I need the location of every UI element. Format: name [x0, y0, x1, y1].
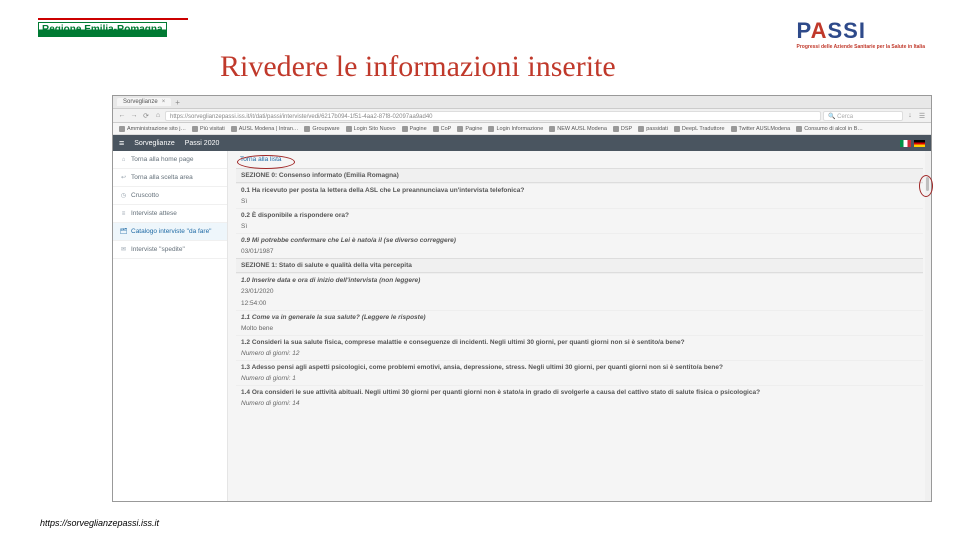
bookmark-item[interactable]: Pagine	[402, 126, 427, 132]
answer-1-0-date: 23/01/2020	[236, 286, 923, 298]
back-icon[interactable]: ←	[117, 111, 127, 121]
sidebar-label: Cruscotto	[131, 192, 159, 199]
question-1-0: 1.0 Inserire data e ora di inizio dell'i…	[236, 273, 923, 286]
answer-1-4: Numero di giorni: 14	[236, 398, 923, 410]
bookmark-item[interactable]: DeepL Traduttore	[674, 126, 725, 132]
download-icon[interactable]: ↓	[905, 111, 915, 121]
question-0-1: 0.1 Ha ricevuto per posta la lettera del…	[236, 183, 923, 196]
close-tab-icon[interactable]: ×	[162, 99, 166, 105]
question-1-1: 1.1 Come va in generale la sua salute? (…	[236, 310, 923, 323]
sidebar-item-2[interactable]: ◷ Cruscotto	[113, 187, 227, 205]
answer-0-9: 03/01/1987	[236, 246, 923, 258]
sidebar-item-5[interactable]: ✉ Interviste "spedite"	[113, 241, 227, 259]
question-0-2: 0.2 È disponibile a rispondere ora?	[236, 208, 923, 221]
bookmark-item[interactable]: Amministrazione sito j…	[119, 126, 186, 132]
sidebar-icon: ◷	[120, 192, 127, 199]
flag-de-icon[interactable]	[914, 140, 925, 147]
sidebar-label: Interviste attese	[131, 210, 177, 217]
back-to-list-link[interactable]: Torna alla lista	[236, 154, 286, 165]
sidebar-label: Catalogo interviste "da fare"	[131, 228, 212, 235]
app-survey[interactable]: Passi 2020	[185, 140, 220, 147]
answer-1-0-time: 12:54:00	[236, 298, 923, 310]
flag-it-icon[interactable]	[900, 140, 911, 147]
new-tab-button[interactable]: +	[175, 98, 180, 107]
bookmark-item[interactable]: Groupware	[304, 126, 339, 132]
answer-0-2: Sì	[236, 221, 923, 233]
sidebar-icon: ↩	[120, 174, 127, 181]
bookmark-item[interactable]: Consumo di alcol in B…	[796, 126, 863, 132]
scrollbar[interactable]	[925, 151, 931, 501]
slide-title: Rivedere le informazioni inserite	[220, 50, 616, 84]
answer-1-2: Numero di giorni: 12	[236, 348, 923, 360]
section-1-header: SEZIONE 1: Stato di salute e qualità del…	[236, 258, 923, 273]
search-field[interactable]: 🔍 Cerca	[823, 111, 903, 121]
url-bar: ← → ⟳ ⌂ https://sorveglianzepassi.iss.it…	[113, 109, 931, 123]
section-0-header: SEZIONE 0: Consenso informato (Emilia Ro…	[236, 168, 923, 183]
browser-window: Sorveglianze× + ← → ⟳ ⌂ https://sorvegli…	[112, 95, 932, 502]
question-1-4: 1.4 Ora consideri le sue attività abitua…	[236, 385, 923, 398]
app-toolbar: ≡ Sorveglianze Passi 2020	[113, 135, 931, 151]
url-field[interactable]: https://sorveglianzepassi.iss.it/it/dati…	[165, 111, 821, 121]
forward-icon[interactable]: →	[129, 111, 139, 121]
tab-bar: Sorveglianze× +	[113, 96, 931, 109]
bookmark-item[interactable]: CoP	[433, 126, 452, 132]
content-area: Torna alla lista SEZIONE 0: Consenso inf…	[228, 151, 931, 501]
sidebar: ⌂ Torna alla home page ↩ Torna alla scelta …	[113, 151, 228, 501]
region-logo: Regione Emilia-Romagna	[38, 18, 188, 37]
bookmark-item[interactable]: Login Sito Nuovo	[346, 126, 396, 132]
sidebar-label: Interviste "spedite"	[131, 246, 185, 253]
bookmarks-bar: Amministrazione sito j… Più visitati AUSL …	[113, 123, 931, 135]
sidebar-item-4[interactable]: 🗂 Catalogo interviste "da fare"	[113, 223, 227, 241]
sidebar-item-3[interactable]: ≡ Interviste attese	[113, 205, 227, 223]
question-1-3: 1.3 Adesso pensi agli aspetti psicologic…	[236, 360, 923, 373]
bookmark-item[interactable]: Più visitati	[192, 126, 225, 132]
sidebar-item-0[interactable]: ⌂ Torna alla home page	[113, 151, 227, 169]
bookmark-item[interactable]: DSP	[613, 126, 632, 132]
answer-1-1: Molto bene	[236, 323, 923, 335]
bookmark-item[interactable]: Twitter AUSLModena	[731, 126, 791, 132]
home-icon[interactable]: ⌂	[153, 111, 163, 121]
sidebar-label: Torna alla home page	[131, 156, 194, 163]
sidebar-icon: ⌂	[120, 156, 127, 163]
sidebar-icon: 🗂	[120, 228, 127, 235]
passi-logo: PASSI Progressi delle Aziende Sanitarie …	[797, 18, 925, 50]
sidebar-label: Torna alla scelta area	[131, 174, 193, 181]
bookmark-item[interactable]: NEW AUSL Modena	[549, 126, 607, 132]
sidebar-icon: ≡	[120, 210, 127, 217]
footer-url: https://sorveglianzepassi.iss.it	[40, 518, 159, 528]
bookmark-item[interactable]: Pagine	[457, 126, 482, 132]
answer-0-1: Sì	[236, 196, 923, 208]
hamburger-icon[interactable]: ≡	[119, 138, 124, 148]
browser-tab[interactable]: Sorveglianze×	[117, 98, 171, 106]
sidebar-item-1[interactable]: ↩ Torna alla scelta area	[113, 169, 227, 187]
library-icon[interactable]: ☰	[917, 111, 927, 121]
bookmark-item[interactable]: passidati	[638, 126, 668, 132]
answer-1-3: Numero di giorni: 1	[236, 373, 923, 385]
sidebar-icon: ✉	[120, 246, 127, 253]
bookmark-item[interactable]: Login Informazione	[488, 126, 543, 132]
bookmark-item[interactable]: AUSL Modena | Intran…	[231, 126, 299, 132]
question-1-2: 1.2 Consideri la sua salute fisica, comp…	[236, 335, 923, 348]
scrollbar-thumb[interactable]	[926, 177, 929, 191]
app-name[interactable]: Sorveglianze	[134, 140, 174, 147]
question-0-9: 0.9 Mi potrebbe confermare che Lei è nat…	[236, 233, 923, 246]
reload-icon[interactable]: ⟳	[141, 111, 151, 121]
